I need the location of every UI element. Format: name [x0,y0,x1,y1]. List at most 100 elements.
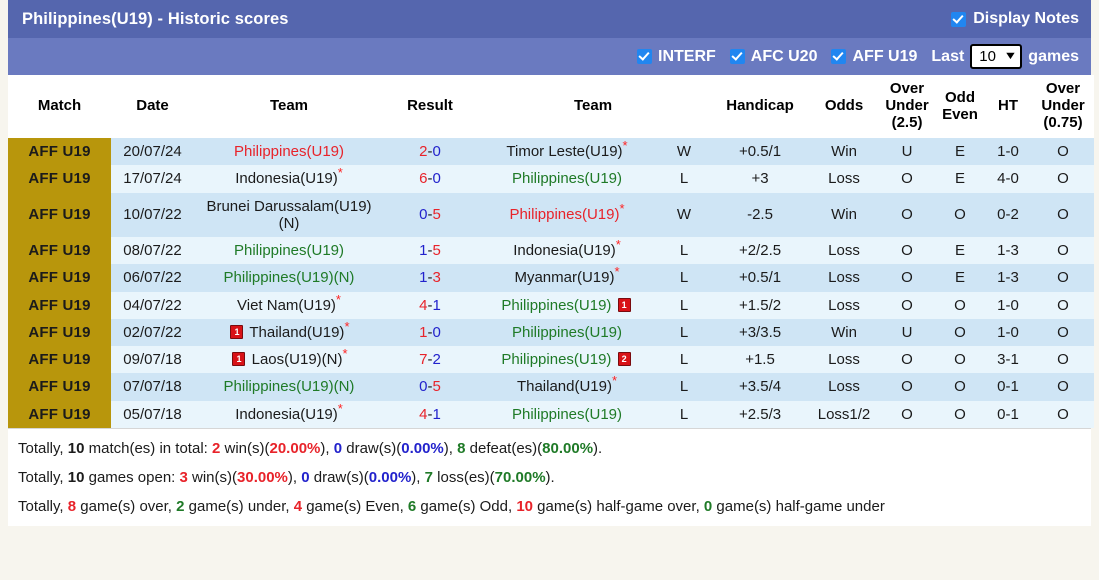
filter-interf[interactable]: INTERF [637,48,716,66]
cell-result[interactable]: 1-3 [384,264,476,292]
score-home: 0 [419,378,428,396]
summary-open-draws: 0 [301,468,310,486]
cell-win-loss: L [658,400,711,428]
table-header: Match Date Team Result Team Handicap Odd… [8,75,1095,138]
cell-team-away[interactable]: Indonesia(U19)* [476,237,658,265]
cell-over-under-075: O [1032,291,1095,319]
cell-odd-even: O [936,346,985,374]
table-row[interactable]: AFF U19 06/07/22 Philippines(U19)(N) 1-3 Mya… [8,264,1095,292]
cell-team-home[interactable]: Philippines(U19) [194,237,384,265]
cell-result[interactable]: 0-5 [384,192,476,237]
score-away: 0 [432,143,441,160]
cell-team-home[interactable]: Philippines(U19)(N) [194,264,384,292]
cell-team-home[interactable]: Philippines(U19) [194,138,384,166]
neutral-star-icon: * [337,400,343,416]
cell-team-away[interactable]: Philippines(U19) 2 [476,346,658,374]
cell-team-home[interactable]: 1 Laos(U19)(N)* [194,346,384,374]
cell-result[interactable]: 6-0 [384,165,476,193]
afc-u20-checkbox[interactable] [729,49,745,64]
summary-text: Totally, [18,468,68,486]
team-away-name: Philippines(U19) [509,206,620,224]
cell-result[interactable]: 2-0 [384,138,476,166]
summary-text: ), [411,468,425,486]
cell-over-under-25: O [878,165,937,193]
cell-team-away[interactable]: Philippines(U19) [476,400,658,428]
cell-odds: Loss [810,373,879,401]
display-notes-toggle[interactable]: Display Notes [951,10,1079,28]
col-header-over-under-25[interactable]: Over Under (2.5) [878,75,937,138]
col-header-team-away[interactable]: Team [476,75,711,138]
cell-date: 08/07/22 [111,237,194,265]
neutral-star-icon: * [619,201,625,217]
col-header-over-under-075[interactable]: Over Under (0.75) [1032,75,1095,138]
col-header-team-home[interactable]: Team [194,75,384,138]
neutral-star-icon: * [342,346,348,361]
cell-win-loss: W [658,192,711,237]
col-header-odds[interactable]: Odds [810,75,879,138]
col-header-result[interactable]: Result [384,75,476,138]
cell-match: AFF U19 [8,138,111,166]
score-home: 1 [419,242,428,259]
cell-odds: Loss [810,264,879,292]
cell-team-away[interactable]: Philippines(U19) 1 [476,291,658,319]
cell-team-away[interactable]: Thailand(U19)* [476,373,658,401]
cell-team-home[interactable]: Philippines(U19)(N) [194,373,384,401]
score-home: 1 [419,269,428,287]
cell-team-away[interactable]: Myanmar(U19)* [476,264,658,292]
table-row[interactable]: AFF U19 10/07/22 Brunei Darussalam(U19)(N)… [8,192,1095,237]
summary-text: draw(s)( [309,468,369,486]
table-row[interactable]: AFF U19 07/07/18 Philippines(U19)(N) 0-5 Tha… [8,373,1095,401]
score-home: 4 [419,296,428,314]
cell-team-away[interactable]: Philippines(U19) [476,318,658,346]
cell-over-under-075: O [1032,318,1095,346]
cell-over-under-075: O [1032,165,1095,193]
cell-over-under-25: U [878,318,937,346]
cell-team-away[interactable]: Timor Leste(U19)* [476,138,658,166]
cell-match: AFF U19 [8,237,111,265]
neutral-star-icon: * [335,291,341,307]
cell-team-away[interactable]: Philippines(U19)* [476,192,658,237]
interf-checkbox[interactable] [637,49,653,64]
cell-result[interactable]: 1-5 [384,237,476,265]
col-header-odd-even[interactable]: Odd Even [936,75,985,138]
cell-result[interactable]: 1-0 [384,318,476,346]
table-body: AFF U19 20/07/24 Philippines(U19) 2-0 Timor … [8,138,1095,428]
score-home: 1 [419,323,428,341]
cell-team-home[interactable]: Viet Nam(U19)* [194,291,384,319]
summary-draw-pct: 0.00% [401,439,444,457]
cell-team-home[interactable]: Brunei Darussalam(U19)(N) [194,192,384,237]
cell-team-home[interactable]: Indonesia(U19)* [194,165,384,193]
cell-result[interactable]: 0-5 [384,373,476,401]
table-row[interactable]: AFF U19 17/07/24 Indonesia(U19)* 6-0 Philipp… [8,165,1095,193]
team-away-name: Philippines(U19) [511,170,623,188]
col-header-ht[interactable]: HT [984,75,1033,138]
aff-u19-checkbox[interactable] [831,49,847,64]
cell-win-loss: W [658,138,711,166]
cell-result[interactable]: 4-1 [384,291,476,319]
col-header-handicap[interactable]: Handicap [710,75,811,138]
last-games-select[interactable]: 10 ▼ [970,44,1023,69]
table-row[interactable]: AFF U19 08/07/22 Philippines(U19) 1-5 Indone… [8,237,1095,265]
cell-team-away[interactable]: Philippines(U19) [476,165,658,193]
cell-team-home[interactable]: 1 Thailand(U19)* [194,318,384,346]
filter-afc-u20[interactable]: AFC U20 [729,48,817,66]
table-row[interactable]: AFF U19 09/07/18 1 Laos(U19)(N)* 7-2 Philipp… [8,346,1095,374]
col-header-date[interactable]: Date [111,75,194,138]
display-notes-checkbox[interactable] [951,11,967,27]
cell-result[interactable]: 4-1 [384,400,476,428]
filter-aff-u19[interactable]: AFF U19 [831,48,917,66]
team-home-name: Laos(U19)(N) [247,351,343,368]
summary-even-count: 4 [293,497,303,515]
cell-over-under-075: O [1032,373,1095,401]
cell-over-under-075: O [1032,264,1095,292]
table-row[interactable]: AFF U19 02/07/22 1 Thailand(U19)* 1-0 Philip… [8,318,1095,346]
table-row[interactable]: AFF U19 20/07/24 Philippines(U19) 2-0 Timor … [8,138,1095,166]
col-header-match[interactable]: Match [8,75,111,138]
table-row[interactable]: AFF U19 04/07/22 Viet Nam(U19)* 4-1 Philippi… [8,291,1095,319]
cell-team-home[interactable]: Indonesia(U19)* [194,400,384,428]
table-row[interactable]: AFF U19 05/07/18 Indonesia(U19)* 4-1 Philipp… [8,400,1095,428]
cell-date: 10/07/22 [111,192,194,237]
cell-match: AFF U19 [8,400,111,428]
cell-result[interactable]: 7-2 [384,346,476,374]
cell-over-under-25: O [878,237,937,265]
